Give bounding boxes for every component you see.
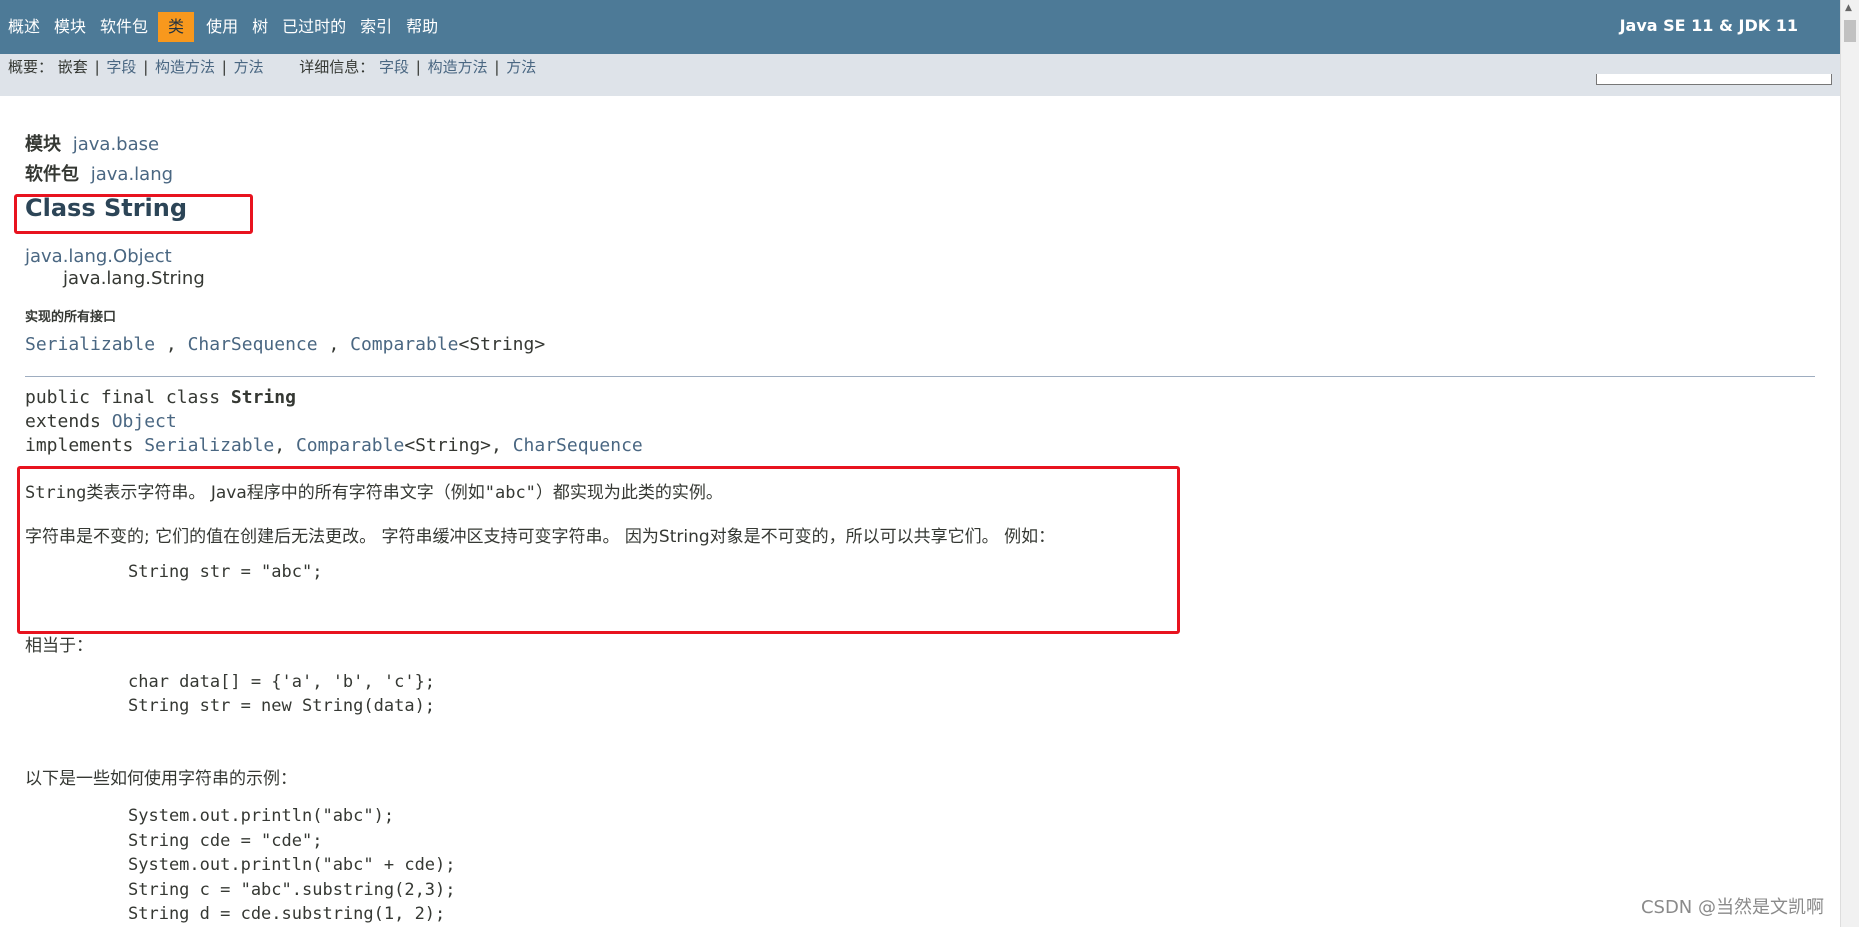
nav-item-overview[interactable]: 概述 xyxy=(0,12,46,42)
inheritance-self: java.lang.String xyxy=(63,268,205,289)
watermark: CSDN @当然是文凯啊 xyxy=(1640,897,1824,918)
sig-line2-prefix: extends xyxy=(25,411,112,432)
nav-item-class[interactable]: 类 xyxy=(158,12,195,42)
nav-item-package[interactable]: 软件包 xyxy=(92,12,154,42)
sig-comparable-link[interactable]: Comparable xyxy=(296,435,404,456)
class-signature: public final class String extends Object… xyxy=(25,387,643,456)
interface-charsequence-link[interactable]: CharSequence xyxy=(188,334,318,355)
nav-item-use[interactable]: 使用 xyxy=(198,12,244,42)
nav-item-tree[interactable]: 树 xyxy=(244,12,274,42)
sig-object-link[interactable]: Object xyxy=(112,411,177,432)
divider xyxy=(25,376,1815,377)
nav-item-help[interactable]: 帮助 xyxy=(398,12,444,42)
highlight-box-description xyxy=(17,466,1180,634)
sig-line3-prefix: implements xyxy=(25,435,145,456)
sig-charsequence-link[interactable]: CharSequence xyxy=(513,435,643,456)
detail-fields-link[interactable]: 字段 xyxy=(379,58,409,76)
code-example-3: System.out.println("abc"); String cde = … xyxy=(128,806,456,924)
package-line: 软件包 java.lang xyxy=(25,160,173,186)
summary-nested: 嵌套 xyxy=(57,58,88,76)
module-label: 模块 xyxy=(25,134,61,155)
sig-line1-prefix: public final class xyxy=(25,387,231,408)
inheritance-parent-link[interactable]: java.lang.Object xyxy=(25,246,172,267)
interface-serializable-link[interactable]: Serializable xyxy=(25,334,155,355)
top-nav-bar: 概述 模块 软件包 类 使用 树 已过时的 索引 帮助 Java SE 11 &… xyxy=(0,0,1840,54)
summary-methods-link[interactable]: 方法 xyxy=(234,58,264,76)
scrollbar-thumb[interactable] xyxy=(1844,20,1856,42)
package-label: 软件包 xyxy=(25,164,79,185)
code-example-2: char data[] = {'a', 'b', 'c'}; String st… xyxy=(128,672,436,716)
sig-serializable-link[interactable]: Serializable xyxy=(144,435,274,456)
sig-class-name: String xyxy=(230,387,296,408)
detail-label: 详细信息： xyxy=(299,58,375,76)
brand-title: Java SE 11 & JDK 11 xyxy=(1619,16,1798,35)
summary-fields-link[interactable]: 字段 xyxy=(106,58,136,76)
nav-item-module[interactable]: 模块 xyxy=(46,12,92,42)
interfaces-list: Serializable , CharSequence , Comparable… xyxy=(25,334,546,355)
nav-item-index[interactable]: 索引 xyxy=(352,12,398,42)
summary-label: 概要： xyxy=(8,58,54,76)
package-link[interactable]: java.lang xyxy=(91,164,173,185)
detail-constructors-link[interactable]: 构造方法 xyxy=(428,58,488,76)
page-scrollbar[interactable]: ▲ xyxy=(1840,0,1859,927)
highlight-box-title xyxy=(14,194,253,234)
sub-nav-row: 概要： 嵌套 | 字段 | 构造方法 | 方法 详细信息： 字段 | 构造方法 … xyxy=(8,58,537,76)
nav-list: 概述 模块 软件包 类 使用 树 已过时的 索引 帮助 xyxy=(0,0,444,54)
scroll-up-icon[interactable]: ▲ xyxy=(1845,3,1852,13)
summary-constructors-link[interactable]: 构造方法 xyxy=(155,58,215,76)
interfaces-heading: 实现的所有接口 xyxy=(25,310,117,325)
module-line: 模块 java.base xyxy=(25,130,159,156)
sub-nav: 概要： 嵌套 | 字段 | 构造方法 | 方法 详细信息： 字段 | 构造方法 … xyxy=(0,54,1840,80)
search-input[interactable] xyxy=(1596,74,1832,85)
description-paragraph-3: 相当于： xyxy=(25,636,93,656)
nav-item-deprecated[interactable]: 已过时的 xyxy=(274,12,352,42)
module-link[interactable]: java.base xyxy=(73,134,159,155)
subnav-spacer xyxy=(0,80,1840,96)
description-paragraph-4: 以下是一些如何使用字符串的示例： xyxy=(25,769,297,789)
detail-methods-link[interactable]: 方法 xyxy=(506,58,536,76)
interface-comparable-link[interactable]: Comparable xyxy=(350,334,458,355)
interface-generic: <String> xyxy=(458,334,546,355)
